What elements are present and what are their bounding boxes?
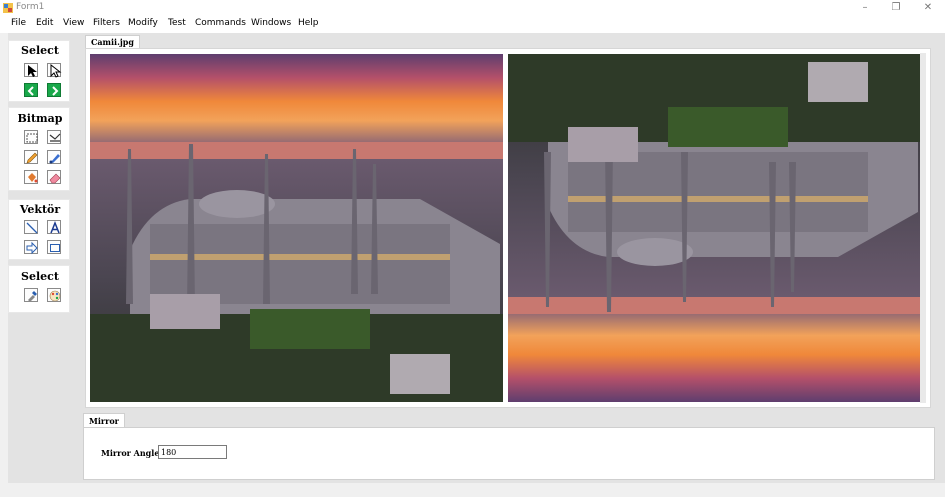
image-panel bbox=[85, 48, 931, 408]
rectangle-icon bbox=[50, 244, 60, 252]
select2-tool-group: Select bbox=[8, 265, 70, 313]
select2-group-title: Select bbox=[21, 270, 59, 283]
brush-tool-button[interactable] bbox=[47, 150, 61, 164]
chevron-right-icon bbox=[52, 86, 59, 96]
vector-group-title: Vektör bbox=[19, 203, 61, 216]
maximize-button[interactable]: ❐ bbox=[881, 0, 911, 16]
select-tool-group: Select bbox=[8, 40, 70, 102]
menu-filters[interactable]: Filters bbox=[93, 18, 120, 28]
menu-view[interactable]: View bbox=[63, 18, 84, 28]
title-bar: Form1 – ❐ ✕ bbox=[0, 0, 945, 16]
mirror-properties-panel: Mirror Angle: bbox=[83, 427, 935, 480]
paint-bucket-icon bbox=[28, 173, 38, 183]
app-icon bbox=[3, 3, 13, 13]
eyedropper-tool-button[interactable] bbox=[24, 288, 38, 302]
pencil-tool-button[interactable] bbox=[24, 150, 38, 164]
brush-icon bbox=[49, 154, 60, 164]
lasso-tool-button[interactable] bbox=[47, 130, 61, 144]
menu-bar: File Edit View Filters Modify Test Comma… bbox=[0, 16, 945, 33]
menu-edit[interactable]: Edit bbox=[36, 18, 53, 28]
menu-windows[interactable]: Windows bbox=[251, 18, 291, 28]
chevron-left-icon bbox=[27, 86, 34, 96]
pointer-outline-icon bbox=[50, 64, 62, 78]
text-tool-button[interactable] bbox=[47, 220, 61, 234]
lasso-icon bbox=[49, 133, 61, 142]
eraser-tool-button[interactable] bbox=[47, 170, 61, 184]
eyedropper-icon bbox=[28, 291, 37, 302]
bitmap-group-title: Bitmap bbox=[17, 112, 63, 125]
minimize-button[interactable]: – bbox=[850, 0, 880, 16]
menu-test[interactable]: Test bbox=[168, 18, 186, 28]
text-icon bbox=[50, 221, 60, 234]
rectangle-tool-button[interactable] bbox=[47, 240, 61, 254]
mosque-photo bbox=[90, 54, 503, 402]
eraser-icon bbox=[49, 173, 61, 184]
close-button[interactable]: ✕ bbox=[913, 0, 943, 16]
line-tool-button[interactable] bbox=[24, 220, 38, 234]
palette-tool-button[interactable] bbox=[47, 288, 61, 302]
mirror-angle-label: Mirror Angle: bbox=[101, 448, 163, 458]
marquee-tool-button[interactable] bbox=[24, 130, 38, 144]
vector-tool-group: Vektör bbox=[8, 199, 70, 260]
vertical-scrollbar[interactable] bbox=[920, 53, 926, 403]
tab-mirror[interactable]: Mirror bbox=[83, 413, 125, 428]
select-tool-button[interactable] bbox=[47, 63, 62, 78]
next-button[interactable] bbox=[47, 83, 61, 97]
select-group-title: Select bbox=[21, 44, 59, 57]
pointer-tool-button[interactable] bbox=[24, 63, 38, 77]
arrow-tool-button[interactable] bbox=[24, 240, 38, 255]
pointer-icon bbox=[28, 65, 37, 77]
arrow-right-icon bbox=[26, 241, 38, 255]
marquee-icon bbox=[26, 133, 38, 143]
menu-modify[interactable]: Modify bbox=[128, 18, 158, 28]
menu-commands[interactable]: Commands bbox=[195, 18, 246, 28]
menu-file[interactable]: File bbox=[11, 18, 26, 28]
mirror-angle-input[interactable] bbox=[158, 445, 227, 459]
pencil-icon bbox=[26, 152, 38, 164]
bitmap-tool-group: Bitmap bbox=[8, 107, 70, 191]
previous-button[interactable] bbox=[24, 83, 38, 97]
window-title: Form1 bbox=[16, 2, 45, 12]
menu-help[interactable]: Help bbox=[298, 18, 319, 28]
mirrored-image bbox=[508, 54, 921, 402]
palette-icon bbox=[49, 290, 61, 302]
original-image bbox=[90, 54, 503, 402]
line-icon bbox=[26, 222, 38, 234]
tab-camii-jpg[interactable]: Camii.jpg bbox=[85, 35, 140, 49]
mosque-photo-mirrored bbox=[508, 54, 921, 402]
fill-tool-button[interactable] bbox=[24, 170, 38, 184]
